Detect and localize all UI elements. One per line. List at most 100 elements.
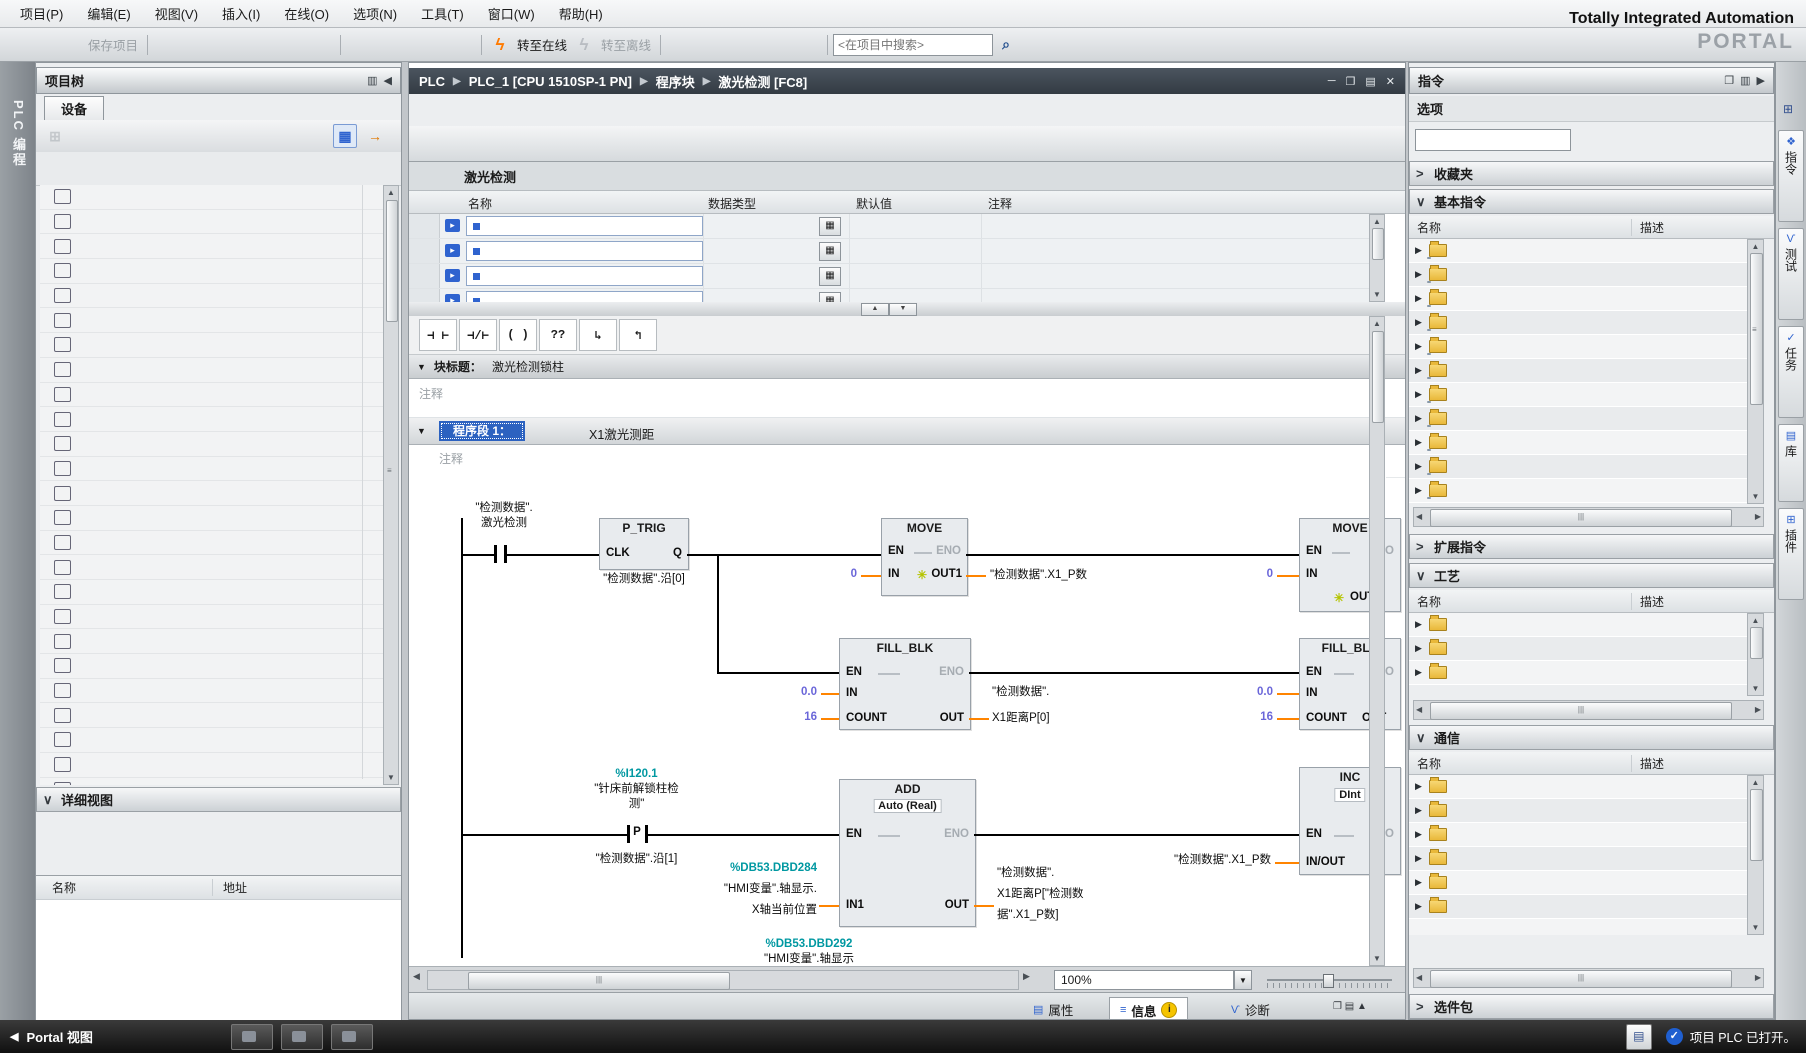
editor-toolbar-icon[interactable] (442, 132, 466, 156)
ptrig-block[interactable]: P_TRIG CLK Q (599, 518, 689, 570)
tree-item[interactable] (40, 728, 383, 753)
menu-item[interactable]: 帮助(H) (547, 1, 615, 26)
tree-item[interactable] (40, 284, 383, 309)
move-block[interactable]: MOVE EN ENO IN ✳ OUT1 (881, 518, 968, 596)
editor-toolbar-icon[interactable] (1092, 132, 1116, 156)
instruction-folder[interactable]: ▶ (1409, 823, 1747, 847)
tree-item[interactable] (40, 481, 383, 506)
side-tab-addins[interactable]: ⊞ 插件 (1778, 508, 1804, 600)
instruction-folder[interactable]: ▶ (1409, 871, 1747, 895)
contact2-address[interactable]: %I120.1 (559, 767, 714, 782)
editor-toolbar-icon[interactable] (702, 132, 726, 156)
menu-item[interactable]: 项目(P) (8, 1, 75, 26)
interface-row[interactable]: ▸ ▦ (409, 289, 1369, 302)
toolbar-icon[interactable] (180, 33, 204, 57)
contact-bar[interactable] (494, 545, 497, 563)
float-icon[interactable]: ❐ (1724, 74, 1734, 87)
section-basic-instructions[interactable]: ∨基本指令 (1409, 189, 1774, 214)
expander-icon[interactable]: ▶ (1415, 365, 1429, 376)
tree-item[interactable] (40, 407, 383, 432)
network-collapse-icon[interactable]: ▼ (417, 426, 426, 436)
instruction-folder[interactable]: ▶ (1409, 479, 1747, 503)
inc-inout-operand[interactable]: "检测数据".X1_P数 (1071, 853, 1271, 868)
details-view-header[interactable]: ∨详细视图 (36, 787, 401, 812)
expander-icon[interactable]: ▶ (1415, 293, 1429, 304)
toolbar-icon[interactable] (33, 33, 57, 57)
menu-item[interactable]: 编辑(E) (75, 1, 142, 26)
basic-hscrollbar[interactable]: ◀ ||| ▶ (1413, 507, 1764, 527)
expander-icon[interactable]: ▶ (1415, 341, 1429, 352)
fill2-count-value[interactable]: 16 (1245, 711, 1273, 723)
expander-icon[interactable]: ▶ (1415, 245, 1429, 256)
splitter-up-button[interactable]: ▲ (861, 303, 889, 316)
editor-toolbar-icon[interactable] (988, 132, 1012, 156)
expander-icon[interactable]: ▶ (1415, 901, 1429, 912)
memory-card-icon[interactable]: ▤ (1626, 1024, 1652, 1050)
toolbar-icon[interactable] (451, 33, 475, 57)
toolbar-icon[interactable] (399, 33, 423, 57)
toolbar-icon[interactable] (59, 33, 83, 57)
tree-item[interactable] (40, 703, 383, 728)
expander-icon[interactable]: ▶ (1415, 317, 1429, 328)
menu-item[interactable]: 选项(N) (341, 1, 409, 26)
tab-diagnostics[interactable]: Ѵ诊断 (1221, 997, 1280, 1020)
options-grid-icon[interactable]: ⊞ (1783, 102, 1793, 116)
fill1-in-value[interactable]: 0.0 (781, 686, 817, 698)
lad-element-button[interactable]: ↳ (579, 319, 617, 351)
instruction-search-input[interactable] (1415, 129, 1571, 151)
instruction-folder[interactable]: ▶ (1409, 637, 1747, 661)
expander-icon[interactable]: ▶ (1415, 269, 1429, 280)
section-favorites[interactable]: >收藏夹 (1409, 161, 1774, 186)
editor-toolbar-icon[interactable] (494, 132, 518, 156)
save-project-button[interactable]: 保存项目 (88, 35, 138, 54)
expander-icon[interactable]: ▶ (1415, 853, 1429, 864)
interface-row[interactable]: ▸ ▦ (409, 239, 1369, 264)
expander-icon[interactable]: ▶ (1415, 619, 1429, 630)
tree-item[interactable] (40, 629, 383, 654)
instruction-folder[interactable]: ▶ (1409, 775, 1747, 799)
panel-collapse-icon[interactable]: ▥ (367, 74, 377, 87)
instruction-folder[interactable]: ▶ (1409, 847, 1747, 871)
breadcrumb-item[interactable]: 程序块 (656, 72, 695, 91)
scroll-right-icon[interactable]: ▶ (1023, 971, 1030, 982)
toolbar-icon[interactable] (745, 33, 769, 57)
search-binoculars-icon[interactable]: ⌕ (994, 33, 1018, 57)
editor-toolbar-icon[interactable] (468, 132, 492, 156)
tech-hscrollbar[interactable]: ◀ ||| ▶ (1413, 700, 1764, 720)
instruction-folder[interactable]: ▶ (1409, 455, 1747, 479)
tree-item[interactable] (40, 259, 383, 284)
editor-toolbar-icon[interactable] (962, 132, 986, 156)
tab-devices[interactable]: 设备 (44, 96, 104, 120)
editor-toolbar-icon[interactable] (1014, 132, 1038, 156)
new-var-input[interactable] (466, 266, 703, 286)
toolbar-icon[interactable] (284, 33, 308, 57)
zoom-dropdown-icon[interactable]: ▼ (1234, 970, 1252, 990)
tree-item[interactable] (40, 580, 383, 605)
add-in1-address[interactable]: %DB53.DBD284 (659, 861, 817, 876)
scroll-left-icon[interactable]: ◀ (413, 971, 420, 982)
toolbar-icon[interactable] (154, 33, 178, 57)
taskbar-window-button[interactable] (231, 1024, 273, 1050)
expander-icon[interactable]: ▶ (1415, 643, 1429, 654)
section-technology[interactable]: ∨工艺 (1409, 563, 1774, 588)
move-block-2[interactable]: MOVE EN ENO IN ✳ OUT1 (1299, 518, 1401, 612)
network-label[interactable]: 程序段 1： (439, 421, 525, 441)
tab-properties[interactable]: ▤属性 (1023, 997, 1083, 1020)
project-search-input[interactable] (833, 34, 993, 56)
editor-toolbar-icon[interactable] (572, 132, 596, 156)
editor-toolbar-icon[interactable] (936, 132, 960, 156)
editor-toolbar-icon[interactable] (910, 132, 934, 156)
new-var-input[interactable] (466, 216, 703, 236)
instruction-folder[interactable]: ▶ (1409, 431, 1747, 455)
tree-item[interactable] (40, 457, 383, 482)
instruction-folder[interactable]: ▶ (1409, 799, 1747, 823)
editor-toolbar-icon[interactable] (806, 132, 830, 156)
tree-item[interactable] (40, 555, 383, 580)
taskbar-window-button[interactable] (281, 1024, 323, 1050)
expander-icon[interactable]: ▶ (1415, 413, 1429, 424)
toolbar-icon[interactable] (693, 33, 717, 57)
toolbar-icon[interactable] (797, 33, 821, 57)
interface-row[interactable]: ▸ ▦ (409, 214, 1369, 239)
add-out-operand[interactable]: "检测数据". X1距离P["检测数 据".X1_P数] (997, 863, 1177, 926)
go-offline-icon[interactable]: ϟ (572, 33, 596, 57)
